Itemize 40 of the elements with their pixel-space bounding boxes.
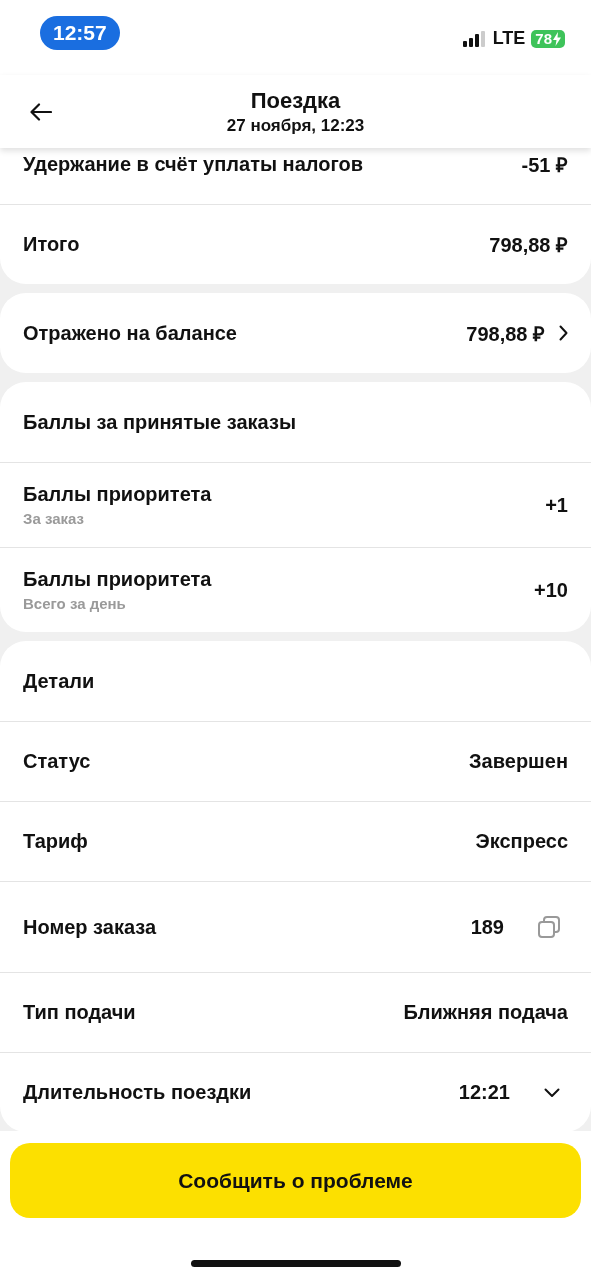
back-arrow-icon (30, 103, 52, 121)
row-value: +10 (534, 578, 568, 602)
copy-button[interactable] (538, 916, 560, 938)
chevron-right-icon (559, 325, 568, 341)
row-value: Экспресс (475, 830, 568, 853)
row-value: 798,88 ₽ (466, 321, 545, 347)
row-sublabel: Всего за день (23, 595, 127, 612)
row-label: Итого (23, 233, 80, 256)
row-label: Баллы приоритета (23, 568, 212, 591)
row-label: Тип подачи (23, 1001, 136, 1024)
row-value: 798,88 ₽ (489, 233, 568, 258)
chevron-down-icon (544, 1087, 560, 1098)
row-label: Баллы приоритета (23, 483, 212, 506)
expand-button[interactable] (544, 1087, 560, 1098)
row-label: Длительность поездки (23, 1081, 252, 1104)
network-label: LTE (492, 28, 526, 49)
row-label: Удержание в счёт уплаты налогов (23, 152, 363, 176)
bolt-icon (553, 31, 561, 46)
row-sublabel: За заказ (23, 510, 85, 527)
row-value: Ближняя подача (403, 1001, 568, 1024)
row-label: Тариф (23, 830, 88, 853)
clock-time: 12:57 (40, 16, 120, 50)
signal-icon (462, 30, 487, 47)
page-title: Поездка (250, 87, 341, 114)
copy-icon (538, 916, 560, 938)
row-value: -51 ₽ (521, 152, 568, 178)
report-problem-button[interactable]: Сообщить о проблеме (10, 1143, 581, 1218)
row-value: Завершен (469, 750, 568, 773)
battery-percent: 78 (535, 30, 552, 47)
section-heading: Детали (23, 669, 95, 693)
row-value: 12:21 (458, 1081, 510, 1104)
row-label: Отражено на балансе (23, 321, 237, 345)
back-button[interactable] (30, 103, 52, 121)
section-heading: Баллы за принятые заказы (23, 410, 296, 434)
balance-row[interactable]: Отражено на балансе 798,88 ₽ (0, 293, 591, 373)
row-label: Статус (23, 750, 91, 773)
row-value: +1 (545, 493, 568, 517)
row-label: Номер заказа (23, 915, 157, 939)
row-value: 189 (470, 915, 504, 939)
page-subtitle: 27 ноября, 12:23 (226, 115, 365, 136)
